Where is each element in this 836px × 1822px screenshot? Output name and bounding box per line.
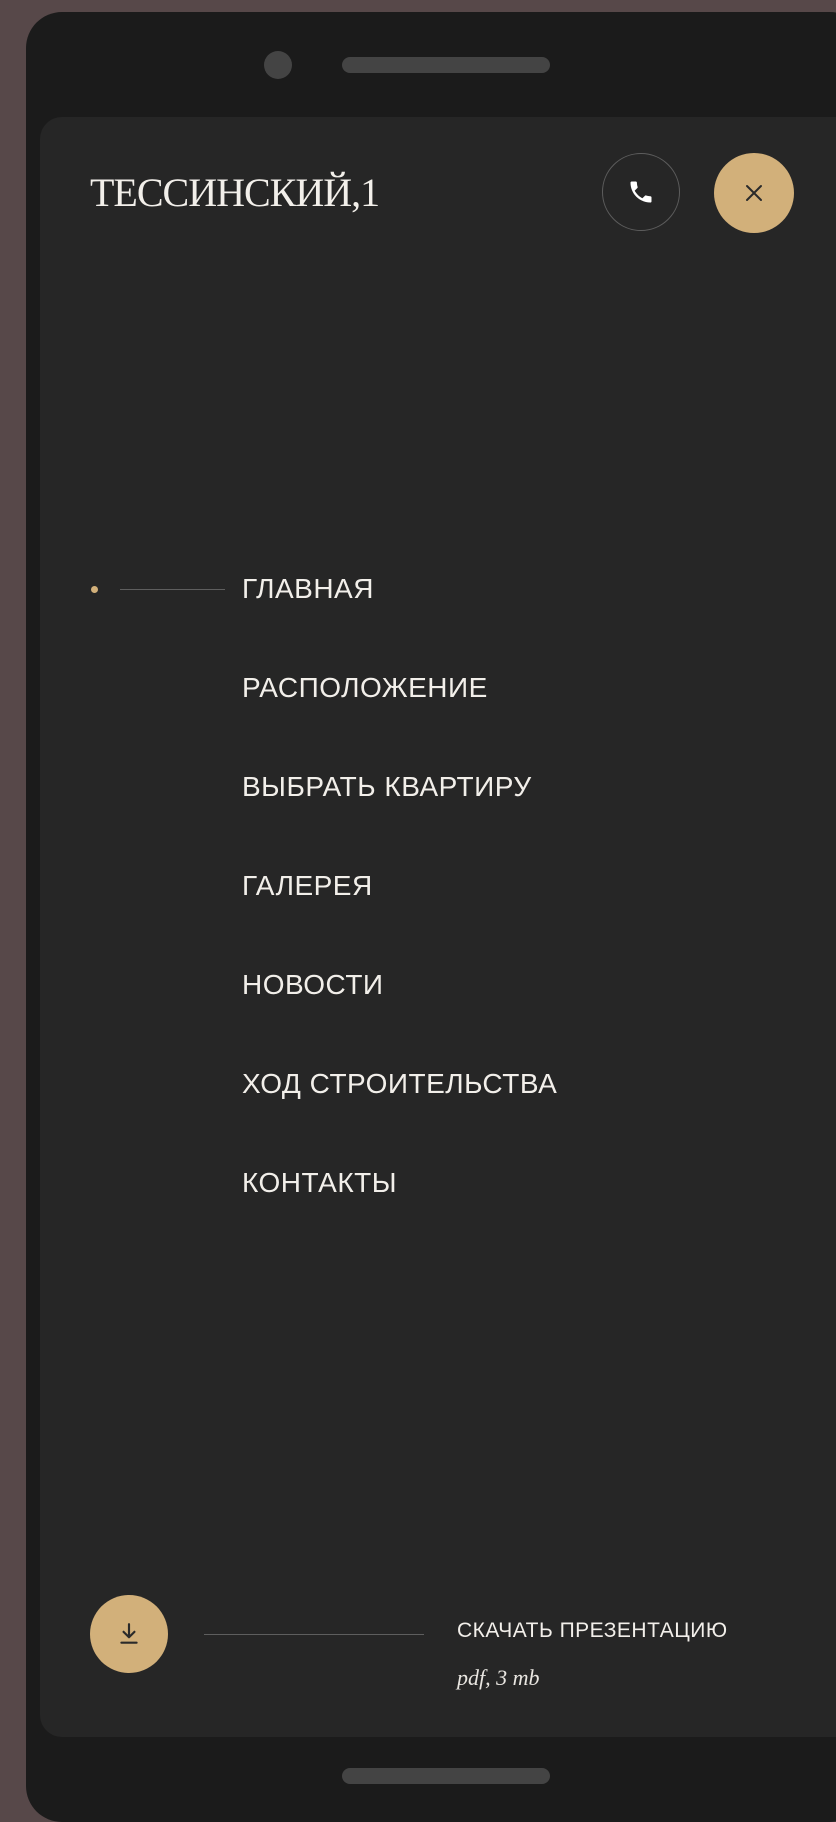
logo[interactable]: ТЕССИНСКИЙ,1 xyxy=(90,169,380,216)
active-indicator-line xyxy=(120,589,225,590)
download-file-info: pdf, 3 mb xyxy=(457,1665,540,1690)
menu-item-choose-apartment[interactable]: ВЫБРАТЬ КВАРТИРУ xyxy=(242,771,532,803)
menu-item-location[interactable]: РАСПОЛОЖЕНИЕ xyxy=(242,672,488,704)
front-camera xyxy=(264,51,292,79)
download-presentation-link[interactable]: СКАЧАТЬ ПРЕЗЕНТАЦИЮ xyxy=(457,1619,728,1643)
menu-item-gallery[interactable]: ГАЛЕРЕЯ xyxy=(242,870,373,902)
mobile-menu-screen: ТЕССИНСКИЙ,1 ГЛАВНАЯ РАСПОЛОЖЕНИЕ ВЫБРАТ… xyxy=(40,117,836,1737)
download-presentation-button[interactable] xyxy=(90,1595,168,1673)
menu-item-home[interactable]: ГЛАВНАЯ xyxy=(242,573,374,605)
home-indicator xyxy=(342,1768,550,1784)
menu-item-news[interactable]: НОВОСТИ xyxy=(242,969,384,1001)
close-icon xyxy=(746,185,762,201)
menu-item-construction-progress[interactable]: ХОД СТРОИТЕЛЬСТВА xyxy=(242,1068,557,1100)
active-indicator-dot xyxy=(91,586,98,593)
phone-frame: ТЕССИНСКИЙ,1 ГЛАВНАЯ РАСПОЛОЖЕНИЕ ВЫБРАТ… xyxy=(26,12,836,1822)
close-menu-button[interactable] xyxy=(714,153,794,233)
download-divider xyxy=(204,1634,424,1635)
menu-item-contacts[interactable]: КОНТАКТЫ xyxy=(242,1167,397,1199)
speaker-grille xyxy=(342,57,550,73)
download-icon xyxy=(120,1623,138,1644)
call-button[interactable] xyxy=(602,153,680,231)
phone-icon xyxy=(630,181,652,203)
